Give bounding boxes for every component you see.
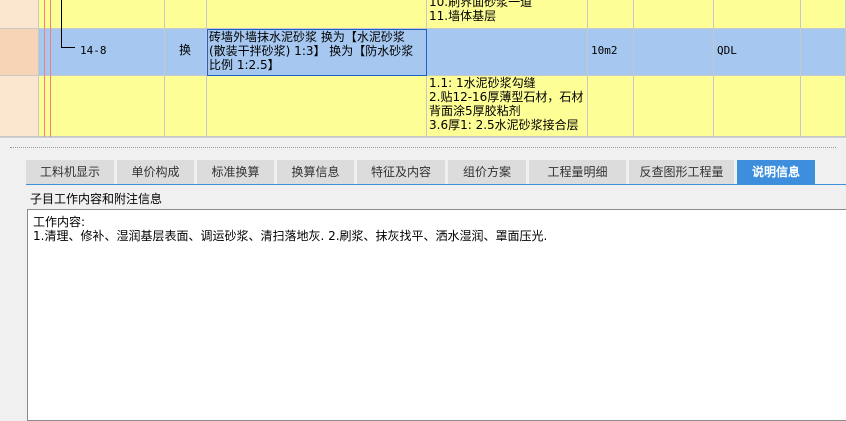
flag-cell[interactable] [165,76,207,137]
row-header[interactable] [0,29,39,76]
tab-features-content[interactable]: 特征及内容 [357,160,445,184]
tab-quantity-detail[interactable]: 工程量明细 [529,160,626,184]
tab-unit-price[interactable]: 单价构成 [117,160,194,184]
qty-cell[interactable] [634,76,714,137]
feature-cell[interactable]: 1.1: 1水泥砂浆勾缝 2.贴12-16厚薄型石材，石材 背面涂5厚胶粘剂 3… [427,76,588,137]
panel-splitter[interactable] [0,137,846,155]
tab-pricing-plan[interactable]: 组价方案 [448,160,526,184]
unit-value: 10m2 [591,44,618,57]
tree-connector [61,47,75,48]
tab-material-machine[interactable]: 工料机显示 [26,160,114,184]
feature-line: 3.6厚1: 2.5水泥砂浆接合层 [429,118,579,132]
name-line: 砖墙外墙抹水泥砂浆 换为【水泥砂浆 [209,30,405,44]
code-cell[interactable]: 14-8 [39,29,165,76]
guide-line [50,0,51,137]
unit-cell[interactable]: 10m2 [588,29,634,76]
name-cell[interactable]: 砖墙外墙抹水泥砂浆 换为【水泥砂浆 (散装干拌砂浆) 1:3】 换为【防水砂浆 … [207,29,427,76]
name-cell[interactable] [207,76,427,137]
name-line: (散装干拌砂浆) 1:3】 换为【防水砂浆 [209,44,414,58]
tree-connector [61,0,62,47]
left-strip [0,155,26,421]
tab-standard-conversion[interactable]: 标准换算 [197,160,274,184]
feature-line: 1.1: 1水泥砂浆勾缝 [429,76,536,90]
qty-cell[interactable] [634,0,714,29]
unit-cell[interactable] [588,76,634,137]
flag-cell[interactable] [165,0,207,29]
tab-conversion-info[interactable]: 换算信息 [277,160,354,184]
specialty-cell[interactable]: QDL [714,29,801,76]
feature-cell[interactable] [427,29,588,76]
extra-cell[interactable] [801,29,846,76]
feature-line: 2.贴12-16厚薄型石材，石材 [429,90,584,104]
specialty-cell[interactable] [714,0,801,29]
feature-line: 背面涂5厚胶粘剂 [429,104,521,118]
quota-code: 14-8 [80,44,107,57]
unit-cell[interactable] [588,0,634,29]
extra-cell[interactable] [801,76,846,137]
flag-cell[interactable]: 换 [165,29,207,76]
replace-flag: 换 [179,43,192,57]
extra-cell[interactable] [801,0,846,29]
guide-line [44,0,45,137]
content-text: 1.清理、修补、湿润基层表面、调运砂浆、清扫落地灰. 2.刷浆、抹灰找平、洒水湿… [33,229,548,243]
description-textarea[interactable]: 工作内容: 1.清理、修补、湿润基层表面、调运砂浆、清扫落地灰. 2.刷浆、抹灰… [27,209,846,421]
feature-line: 11.墙体基层 [429,9,497,23]
code-cell[interactable] [39,76,165,137]
row-header[interactable] [0,76,39,137]
tab-graphic-quantity[interactable]: 反查图形工程量 [629,160,734,184]
tabs-underline [26,184,846,185]
code-cell[interactable] [39,0,165,29]
tab-description[interactable]: 说明信息 [737,160,815,184]
name-line: 比例 1:2.5】 [209,58,280,72]
qty-cell[interactable] [634,29,714,76]
feature-line: 10.刷界面砂浆一道 [429,0,533,9]
specialty-value: QDL [717,44,737,57]
splitter-grip [10,147,836,148]
row-header[interactable] [0,0,39,29]
name-cell[interactable] [207,0,427,29]
panel-title: 子目工作内容和附注信息 [30,192,163,206]
quota-grid: 10.刷界面砂浆一道 11.墙体基层 14-8 换 砖墙外墙抹水泥砂浆 换为【水… [0,0,846,137]
specialty-cell[interactable] [714,76,801,137]
feature-cell[interactable]: 10.刷界面砂浆一道 11.墙体基层 [427,0,588,29]
content-label: 工作内容: [33,215,86,229]
